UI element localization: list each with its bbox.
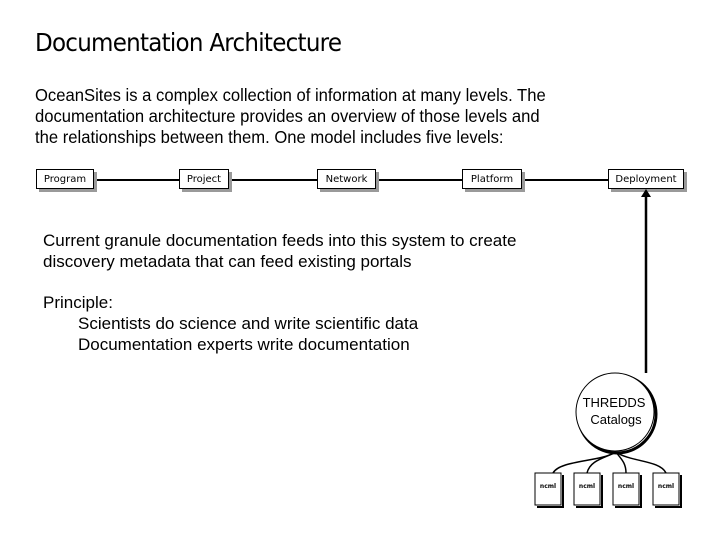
document-label: ncml [540, 483, 556, 490]
document-label: ncml [658, 483, 674, 490]
doc-connector [586, 451, 617, 474]
catalog-line1: THREDDS [583, 395, 646, 410]
catalog-line2: Catalogs [590, 412, 642, 427]
doc-connector [552, 451, 617, 474]
document-label: ncml [618, 483, 634, 490]
document-icon: ncml [612, 472, 642, 508]
document-icon: ncml [573, 472, 603, 508]
document-icon: ncml [652, 472, 682, 508]
arrow-head-icon [641, 189, 651, 197]
document-icon: ncml [534, 472, 564, 508]
catalog-diagram: THREDDS Catalogs ncml ncml ncml ncml [534, 189, 682, 508]
document-label: ncml [579, 483, 595, 490]
